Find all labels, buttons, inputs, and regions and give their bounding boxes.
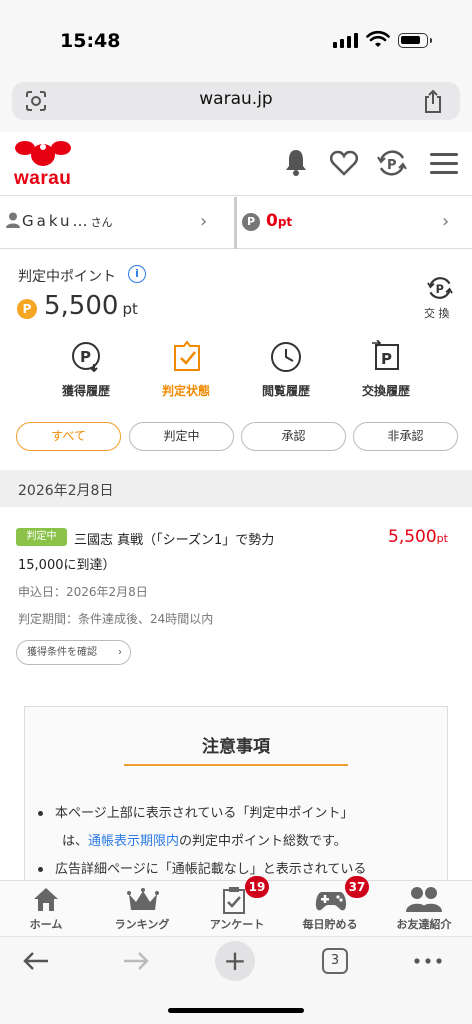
clock-icon[interactable] bbox=[270, 341, 302, 373]
pending-points-number: 5,500 bbox=[44, 291, 119, 321]
point-coin-icon: P bbox=[242, 213, 260, 231]
battery-icon bbox=[398, 33, 432, 48]
item-judgement-period: 判定期間：条件達成後、24時間以内 bbox=[18, 612, 214, 626]
menu-icon[interactable] bbox=[430, 152, 458, 176]
notice-bullet-1-cont: は、通帳表示期限内の判定中ポイント総数です。 bbox=[62, 830, 347, 849]
item-title-line2: 15,000に到達） bbox=[18, 558, 116, 573]
check-conditions-button[interactable]: 獲得条件を確認 › bbox=[16, 640, 131, 665]
status-time: 15:48 bbox=[60, 30, 121, 52]
filter-approved[interactable]: 承認 bbox=[241, 422, 346, 451]
crown-icon[interactable] bbox=[127, 888, 159, 912]
earn-history-icon[interactable]: P bbox=[70, 340, 102, 372]
notice-text: は、 bbox=[62, 834, 89, 849]
share-icon[interactable] bbox=[422, 88, 444, 114]
filter-all[interactable]: すべて bbox=[16, 422, 121, 451]
nav-exchange-history[interactable]: 交換履歴 bbox=[341, 382, 431, 399]
item-points: 5,500pt bbox=[388, 527, 448, 547]
user-points-unit: pt bbox=[277, 215, 293, 229]
notice-bullet-2: 広告詳細ページに「通帳記載なし」と表示されている bbox=[38, 858, 366, 877]
user-points: 0 bbox=[266, 211, 278, 231]
exchange-label[interactable]: 交 換 bbox=[424, 305, 450, 321]
tab-home[interactable]: ホーム bbox=[1, 916, 91, 932]
gamepad-icon[interactable] bbox=[314, 890, 348, 912]
user-honorific: さん bbox=[90, 216, 113, 229]
nav-view-history[interactable]: 閲覧履歴 bbox=[241, 382, 331, 399]
tab-daily-earn[interactable]: 毎日貯める bbox=[285, 916, 375, 932]
notice-bullet-2-text: 広告詳細ページに「通帳記載なし」と表示されている bbox=[55, 862, 367, 877]
svg-text:P: P bbox=[387, 158, 397, 173]
item-points-unit: pt bbox=[436, 532, 448, 545]
divider bbox=[234, 197, 237, 249]
svg-text:P: P bbox=[436, 283, 444, 296]
user-icon bbox=[6, 212, 20, 228]
forward-arrow-icon[interactable] bbox=[122, 950, 150, 972]
tab-survey[interactable]: アンケート bbox=[192, 916, 282, 932]
pending-points-value: 5,500 pt bbox=[44, 291, 138, 321]
filter-rejected[interactable]: 非承認 bbox=[353, 422, 458, 451]
home-icon[interactable] bbox=[32, 886, 60, 912]
notice-underline bbox=[124, 764, 348, 766]
tabs-button[interactable]: 3 bbox=[322, 948, 348, 974]
notification-badge: 37 bbox=[345, 876, 369, 898]
check-conditions-label: 獲得条件を確認 bbox=[27, 647, 97, 658]
bullet-dot bbox=[38, 811, 43, 816]
svg-text:P: P bbox=[80, 348, 91, 366]
point-exchange-icon[interactable]: P bbox=[426, 275, 454, 301]
tab-invite-friends[interactable]: お友達紹介 bbox=[379, 916, 469, 932]
pending-points-unit: pt bbox=[122, 300, 138, 318]
heart-icon[interactable] bbox=[330, 150, 358, 176]
bullet-dot bbox=[38, 867, 43, 872]
wifi-icon bbox=[366, 30, 390, 47]
pending-points-label: 判定中ポイント bbox=[18, 269, 116, 285]
point-exchange-icon[interactable]: P bbox=[376, 148, 408, 178]
signal-icon bbox=[333, 33, 358, 48]
notice-bullet-1-text: 本ページ上部に表示されている「判定中ポイント」 bbox=[55, 806, 354, 821]
status-badge: 判定中 bbox=[16, 528, 67, 546]
svg-text:P: P bbox=[381, 350, 392, 368]
chevron-right-icon[interactable]: › bbox=[442, 211, 449, 232]
item-applied-date: 申込日：2026年2月8日 bbox=[18, 585, 148, 599]
item-title-line1: 三國志 真戦（「シーズン1」で勢力 bbox=[74, 533, 275, 548]
notice-title: 注意事項 bbox=[202, 737, 270, 757]
chevron-right-icon[interactable]: › bbox=[200, 211, 207, 232]
date-header: 2026年2月8日 bbox=[18, 483, 114, 499]
judgement-status-icon[interactable] bbox=[172, 340, 202, 372]
bell-icon[interactable] bbox=[284, 148, 308, 176]
home-indicator bbox=[168, 1008, 304, 1013]
logo-icon[interactable] bbox=[15, 140, 71, 168]
friends-icon[interactable] bbox=[406, 886, 442, 912]
notification-badge: 19 bbox=[245, 876, 269, 898]
item-points-value: 5,500 bbox=[388, 527, 437, 547]
point-coin-icon: P bbox=[17, 299, 37, 319]
user-name: Gaku… bbox=[22, 212, 91, 230]
user-name-link[interactable]: Gaku…さん bbox=[22, 212, 113, 230]
exchange-history-icon[interactable]: P bbox=[370, 340, 402, 372]
info-icon[interactable]: i bbox=[128, 265, 146, 283]
passbook-period-link[interactable]: 通帳表示期限内 bbox=[88, 834, 179, 849]
more-icon[interactable] bbox=[414, 958, 442, 964]
new-tab-plus-icon[interactable]: + bbox=[215, 941, 255, 981]
notice-bullet-1: 本ページ上部に表示されている「判定中ポイント」 bbox=[38, 802, 353, 821]
back-arrow-icon[interactable] bbox=[22, 950, 50, 972]
tab-ranking[interactable]: ランキング bbox=[97, 916, 187, 932]
chevron-right-icon: › bbox=[118, 647, 122, 658]
filter-pending[interactable]: 判定中 bbox=[129, 422, 234, 451]
site-logo[interactable]: warau bbox=[14, 168, 71, 190]
address-url[interactable]: warau.jp bbox=[0, 89, 472, 109]
notice-text: の判定中ポイント総数です。 bbox=[179, 834, 347, 849]
survey-icon[interactable] bbox=[222, 886, 246, 914]
user-points-link[interactable]: 0pt bbox=[266, 211, 292, 231]
nav-judgement-status[interactable]: 判定状態 bbox=[141, 382, 231, 399]
nav-earn-history[interactable]: 獲得履歴 bbox=[41, 382, 131, 399]
